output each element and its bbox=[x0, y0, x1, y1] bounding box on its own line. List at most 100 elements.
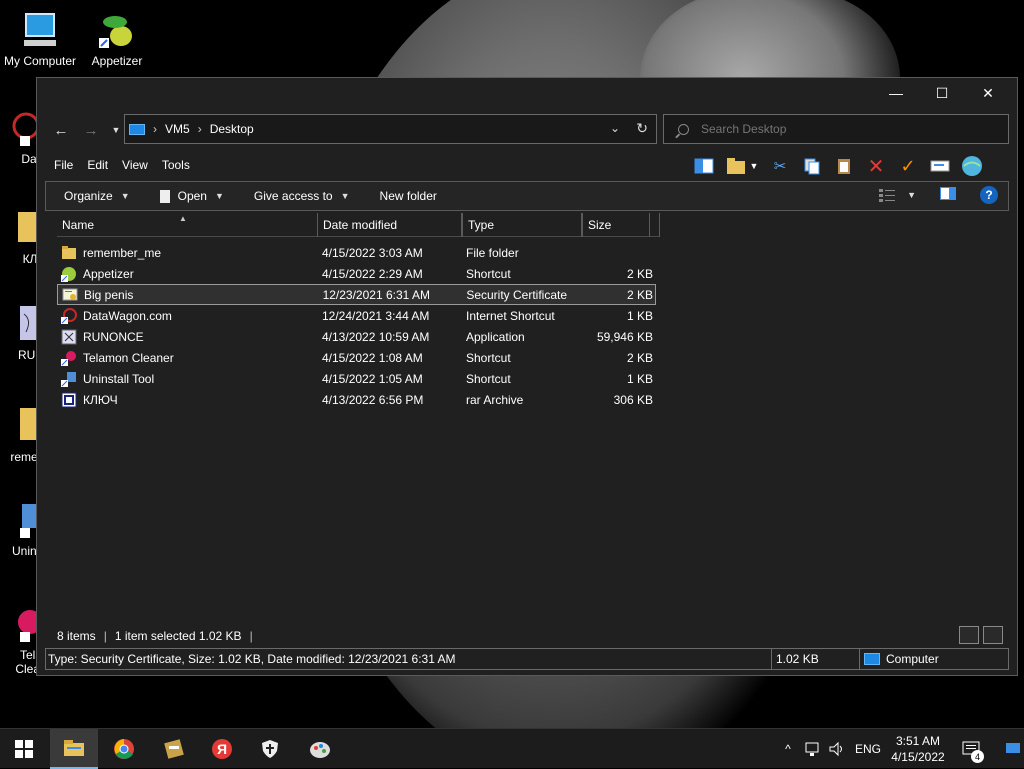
column-header-date[interactable]: Date modified bbox=[318, 213, 462, 237]
globe-icon[interactable] bbox=[961, 155, 983, 177]
table-row[interactable]: Appetizer 4/15/2022 2:29 AM Shortcut 2 K… bbox=[57, 263, 656, 284]
show-desktop-icon[interactable] bbox=[1002, 729, 1024, 769]
windows-logo-icon bbox=[15, 740, 33, 758]
paste-icon[interactable] bbox=[833, 155, 855, 177]
status-summary: 8 items | 1 item selected 1.02 KB | bbox=[57, 628, 261, 644]
application-icon bbox=[0, 304, 38, 344]
forward-arrow-icon[interactable]: → bbox=[80, 119, 102, 141]
refresh-icon[interactable]: ↻ bbox=[636, 120, 648, 137]
delete-icon[interactable]: ✕ bbox=[865, 155, 887, 178]
back-arrow-icon[interactable]: ← bbox=[50, 119, 72, 141]
preview-pane-icon[interactable] bbox=[693, 155, 715, 177]
file-name: remember_me bbox=[83, 245, 162, 260]
name-cell: DataWagon.com bbox=[57, 307, 317, 324]
date-cell: 4/13/2022 6:56 PM bbox=[322, 392, 424, 407]
date-cell: 4/15/2022 1:08 AM bbox=[322, 350, 423, 365]
status-size: 1.02 KB bbox=[772, 649, 860, 669]
status-separator: | bbox=[103, 629, 107, 643]
chevron-down-icon[interactable]: ▼ bbox=[907, 190, 916, 200]
table-row[interactable]: RUNONCE 4/13/2022 10:59 AM Application 5… bbox=[57, 326, 656, 347]
menu-view[interactable]: View bbox=[122, 154, 148, 176]
open-label: Open bbox=[177, 189, 207, 203]
copy-icon[interactable] bbox=[801, 155, 823, 177]
type-cell: Security Certificate bbox=[466, 287, 568, 302]
menu-file[interactable]: File bbox=[54, 154, 73, 176]
column-header-type[interactable]: Type bbox=[462, 213, 582, 237]
preview-pane-toggle-icon[interactable] bbox=[940, 187, 956, 203]
column-size-label: Size bbox=[588, 218, 612, 232]
start-button[interactable] bbox=[0, 729, 48, 769]
type-cell: File folder bbox=[466, 245, 519, 260]
notification-count: 4 bbox=[971, 750, 984, 763]
new-folder-button[interactable]: New folder bbox=[380, 189, 437, 203]
network-icon[interactable] bbox=[802, 729, 824, 769]
breadcrumb-vm5[interactable]: VM5 bbox=[165, 122, 190, 136]
view-controls: ▼ ? bbox=[879, 186, 998, 204]
rename-icon[interactable] bbox=[929, 155, 951, 177]
give-access-label: Give access to bbox=[253, 189, 333, 203]
table-row[interactable]: КЛЮЧ 4/13/2022 6:56 PM rar Archive 306 K… bbox=[57, 389, 656, 410]
properties-check-icon[interactable]: ✓ bbox=[897, 155, 919, 177]
help-icon[interactable]: ? bbox=[980, 186, 998, 204]
search-box[interactable] bbox=[663, 114, 1009, 144]
menu-tools[interactable]: Tools bbox=[162, 154, 190, 176]
open-button[interactable]: Open ▼ bbox=[159, 189, 224, 203]
maximize-button[interactable]: ☐ bbox=[919, 78, 965, 108]
desktop-icon-appetizer[interactable]: Appetizer bbox=[77, 10, 157, 68]
cut-icon[interactable]: ✂ bbox=[769, 155, 791, 177]
table-row[interactable]: Telamon Cleaner 4/15/2022 1:08 AM Shortc… bbox=[57, 347, 656, 368]
details-view-icon[interactable] bbox=[959, 626, 979, 644]
desktop-icon-my-computer[interactable]: My Computer bbox=[0, 10, 80, 68]
table-row-selected[interactable]: Big penis 12/23/2021 6:31 AM Security Ce… bbox=[57, 284, 656, 305]
action-center-icon[interactable]: 4 bbox=[956, 729, 986, 769]
menu-bar: File Edit View Tools bbox=[37, 154, 204, 176]
breadcrumb-desktop[interactable]: Desktop bbox=[210, 122, 254, 136]
menu-edit[interactable]: Edit bbox=[87, 154, 108, 176]
search-input[interactable] bbox=[701, 122, 981, 136]
show-hidden-icons-chevron-icon[interactable]: ^ bbox=[778, 729, 798, 769]
change-view-icon[interactable] bbox=[879, 188, 897, 202]
close-button[interactable]: ✕ bbox=[965, 78, 1011, 108]
table-row[interactable]: remember_me 4/15/2022 3:03 AM File folde… bbox=[57, 242, 656, 263]
type-cell: Application bbox=[466, 329, 525, 344]
folder-options-icon[interactable] bbox=[725, 155, 747, 177]
winrar-icon[interactable] bbox=[150, 729, 198, 769]
taskbar: Я ^ ENG 3:51 AM 4/15/2022 4 bbox=[0, 728, 1024, 769]
column-header-name[interactable]: ▲ Name bbox=[57, 213, 318, 237]
document-icon bbox=[159, 189, 170, 203]
date-cell: 4/15/2022 1:05 AM bbox=[322, 371, 423, 386]
organize-button[interactable]: Organize ▼ bbox=[64, 189, 130, 203]
security-shield-icon[interactable] bbox=[246, 729, 294, 769]
size-cell: 2 KB bbox=[627, 287, 654, 302]
large-icons-view-icon[interactable] bbox=[983, 626, 1003, 644]
column-header-size[interactable]: Size bbox=[582, 213, 650, 237]
address-bar[interactable]: › VM5 › Desktop ⌄ ↻ bbox=[124, 114, 657, 144]
minimize-button[interactable]: — bbox=[873, 78, 919, 108]
chrome-icon[interactable] bbox=[100, 729, 148, 769]
size-cell: 2 KB bbox=[626, 266, 653, 281]
folder-icon bbox=[0, 208, 38, 248]
give-access-button[interactable]: Give access to ▼ bbox=[254, 189, 350, 203]
title-bar[interactable]: — ☐ ✕ bbox=[37, 78, 1017, 108]
clock[interactable]: 3:51 AM 4/15/2022 bbox=[888, 729, 948, 769]
column-date-label: Date modified bbox=[323, 218, 398, 232]
paint-icon[interactable] bbox=[296, 729, 344, 769]
yandex-browser-icon[interactable]: Я bbox=[198, 729, 246, 769]
table-row[interactable]: DataWagon.com 12/24/2021 3:44 AM Interne… bbox=[57, 305, 656, 326]
desktop: My Computer Appetizer DataW КЛ RUN remem bbox=[0, 0, 1024, 728]
table-row[interactable]: Uninstall Tool 4/15/2022 1:05 AM Shortcu… bbox=[57, 368, 656, 389]
internet-shortcut-icon bbox=[61, 307, 77, 324]
address-row: ← → ▼ › VM5 › Desktop ⌄ ↻ bbox=[37, 114, 1017, 146]
language-indicator[interactable]: ENG bbox=[852, 729, 884, 769]
command-bar: Organize ▼ Open ▼ Give access to ▼ New fold… bbox=[45, 181, 1009, 211]
uninstall-icon bbox=[0, 500, 38, 540]
organize-label: Organize bbox=[64, 189, 113, 203]
column-name-label: Name bbox=[62, 218, 95, 232]
name-cell: КЛЮЧ bbox=[57, 392, 317, 408]
file-explorer-taskbar-icon[interactable] bbox=[50, 729, 98, 769]
volume-icon[interactable] bbox=[826, 729, 848, 769]
chevron-down-icon[interactable]: ▼ bbox=[749, 155, 759, 177]
computer-icon bbox=[129, 123, 145, 135]
name-cell: Big penis bbox=[58, 287, 318, 303]
address-dropdown-icon[interactable]: ⌄ bbox=[610, 121, 620, 135]
